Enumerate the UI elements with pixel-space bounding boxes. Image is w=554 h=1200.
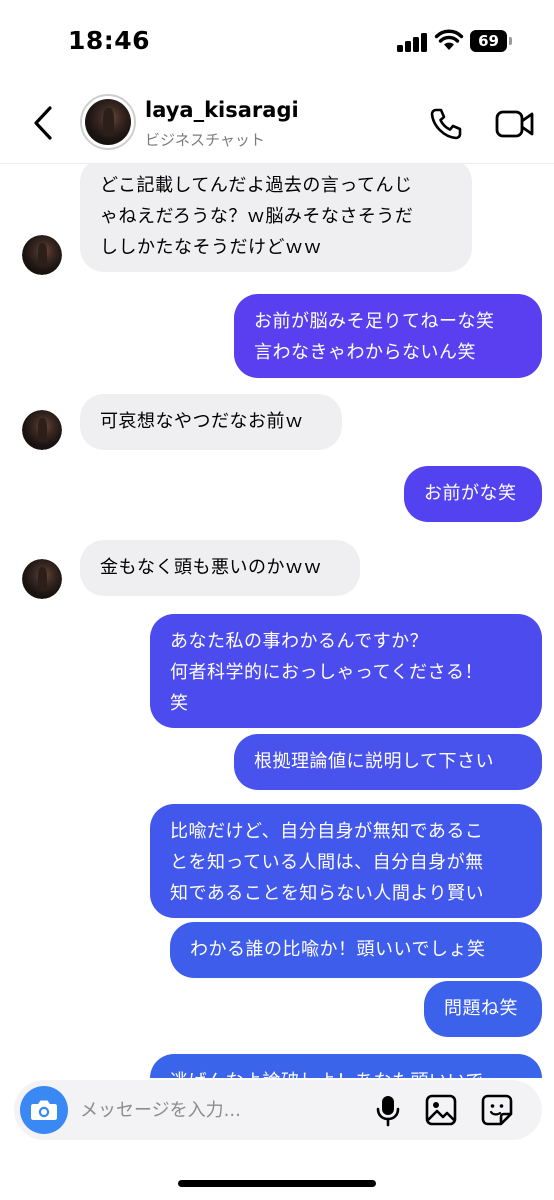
wifi-icon bbox=[434, 29, 464, 50]
sender-avatar bbox=[22, 410, 62, 450]
chat-type-label: ビジネスチャット bbox=[145, 131, 265, 149]
message-composer bbox=[14, 1080, 542, 1140]
message-incoming[interactable]: 可哀想なやつだなお前ｗ bbox=[80, 394, 342, 450]
video-call-icon[interactable] bbox=[495, 108, 535, 140]
gallery-icon[interactable] bbox=[424, 1093, 458, 1127]
camera-icon bbox=[31, 1100, 57, 1120]
sender-avatar bbox=[22, 559, 62, 599]
message-outgoing[interactable]: お前がな笑 bbox=[404, 466, 542, 522]
message-outgoing[interactable]: 逃げんなよ論破しよ！あなた頭いいで bbox=[150, 1054, 542, 1078]
microphone-icon[interactable] bbox=[371, 1093, 405, 1127]
message-outgoing[interactable]: 問題ね笑 bbox=[424, 981, 542, 1037]
message-outgoing[interactable]: あなた私の事わかるんですか？ 何者科学的におっしゃってくださる！ 笑 bbox=[150, 614, 542, 728]
status-time: 18:46 bbox=[68, 26, 151, 55]
message-input[interactable] bbox=[80, 1080, 360, 1140]
username[interactable]: laya_kisaragi bbox=[145, 98, 299, 122]
camera-button[interactable] bbox=[20, 1086, 68, 1134]
message-outgoing[interactable]: わかる誰の比喩か！頭いいでしょ笑 bbox=[170, 922, 542, 978]
sticker-icon[interactable] bbox=[480, 1093, 514, 1127]
message-incoming[interactable]: どこ記載してんだよ過去の言ってんじ ゃねえだろうな？ｗ脳みそなさそうだ ししかた… bbox=[80, 164, 472, 272]
profile-avatar[interactable] bbox=[80, 94, 136, 150]
message-incoming[interactable]: 金もなく頭も悪いのかｗｗ bbox=[80, 540, 360, 596]
sender-avatar bbox=[22, 235, 62, 275]
message-outgoing[interactable]: 比喩だけど、自分自身が無知であるこ とを知っている人間は、自分自身が無 知である… bbox=[150, 804, 542, 918]
message-thread[interactable]: どこ記載してんだよ過去の言ってんじ ゃねえだろうな？ｗ脳みそなさそうだ ししかた… bbox=[0, 164, 554, 1078]
message-outgoing[interactable]: お前が脳みそ足りてねーな笑 言わなきゃわからないん笑 bbox=[234, 294, 542, 378]
phone-call-icon[interactable] bbox=[428, 106, 464, 142]
home-indicator[interactable] bbox=[178, 1180, 376, 1187]
chat-header: laya_kisaragi ビジネスチャット bbox=[0, 80, 554, 164]
battery-level: 69 bbox=[470, 30, 507, 52]
back-chevron-icon[interactable] bbox=[28, 104, 60, 142]
battery-icon: 69 bbox=[470, 30, 512, 52]
cellular-signal-icon bbox=[397, 32, 429, 52]
status-bar: 18:46 69 bbox=[0, 0, 554, 80]
message-outgoing[interactable]: 根拠理論値に説明して下さい bbox=[234, 734, 542, 790]
